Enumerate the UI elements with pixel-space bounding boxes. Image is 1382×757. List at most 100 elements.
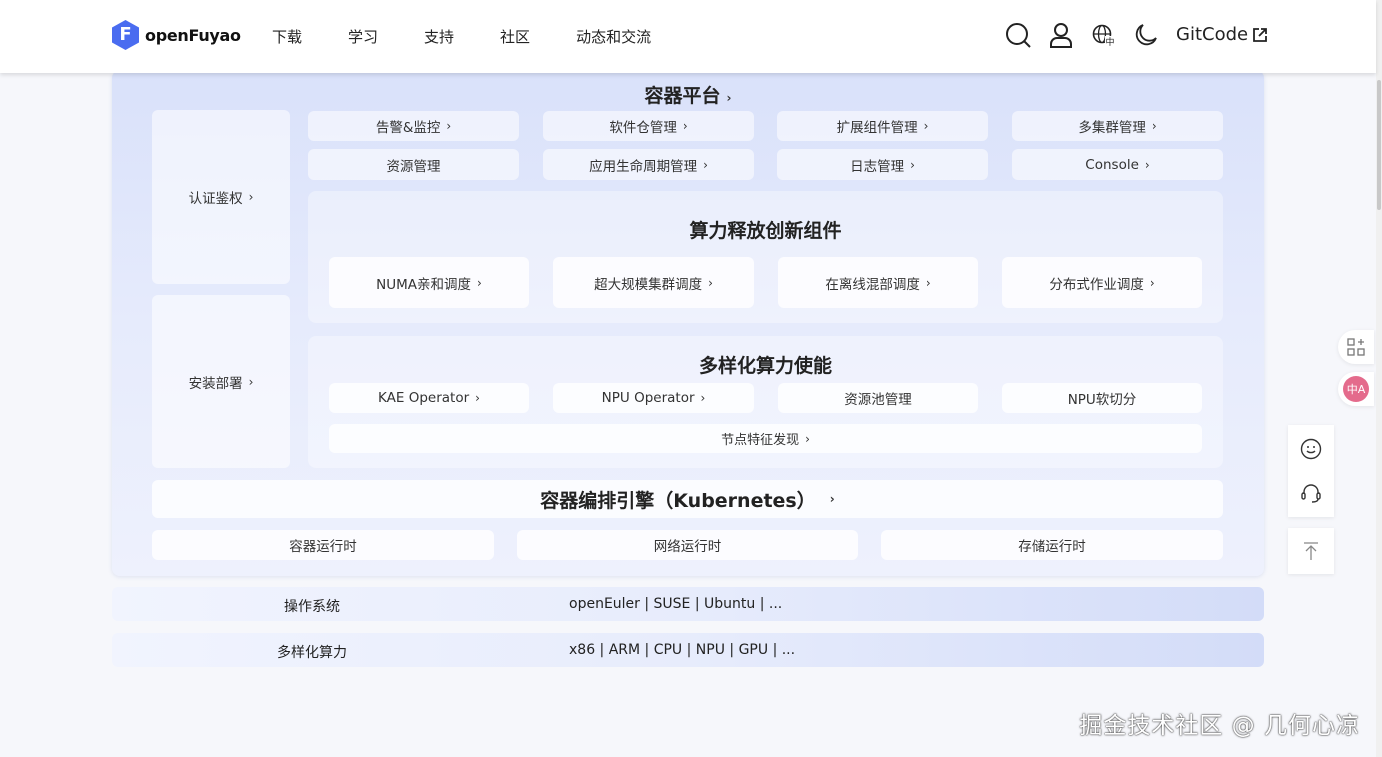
card-label: 资源池管理 [844, 392, 912, 408]
feedback-toolbar [1288, 425, 1334, 517]
svg-text:中: 中 [1105, 36, 1114, 47]
diverse-title: 多样化算力使能 [698, 355, 832, 377]
chevron-right-icon: › [726, 91, 732, 105]
card-label: 多集群管理 [1078, 120, 1146, 136]
large-cluster-card[interactable]: 超大规模集群调度 › [553, 257, 754, 308]
distributed-job-card[interactable]: 分布式作业调度 › [1002, 257, 1202, 308]
compute-row: 多样化算力 x86 | ARM | CPU | NPU | GPU | ... [112, 633, 1264, 667]
logo[interactable]: F openFuyao [112, 20, 241, 50]
kubernetes-card[interactable]: 容器编排引擎（Kubernetes） › [152, 480, 1223, 518]
card-label: 网络运行时 [653, 539, 722, 555]
os-row: 操作系统 openEuler | SUSE | Ubuntu | ... [112, 587, 1264, 621]
card-label: 软件仓管理 [609, 120, 677, 136]
gitcode-link[interactable]: GitCode [1176, 24, 1268, 45]
chevron-right-icon: › [910, 157, 915, 172]
chevron-right-icon: › [477, 275, 482, 290]
translate-button[interactable]: 中A [1338, 372, 1374, 406]
app-lifecycle-card[interactable]: 应用生命周期管理 › [543, 149, 754, 180]
card-label: 超大规模集群调度 [594, 276, 703, 293]
card-label: 扩展组件管理 [836, 120, 918, 136]
chevron-right-icon: › [829, 492, 835, 506]
chevron-right-icon: › [446, 119, 452, 133]
container-platform-title[interactable]: 容器平台 › [112, 81, 1264, 108]
log-card[interactable]: 日志管理 › [777, 149, 988, 180]
node-feature-card[interactable]: 节点特征发现 › [329, 424, 1202, 453]
repo-card[interactable]: 软件仓管理 › [543, 111, 754, 141]
chevron-right-icon: › [708, 275, 713, 290]
chevron-right-icon: › [1144, 157, 1150, 172]
watermark: 掘金技术社区 @ 几何心凉 [1079, 713, 1360, 739]
chevron-right-icon: › [1149, 275, 1155, 290]
scrollbar-thumb[interactable] [1377, 80, 1381, 210]
apps-add-icon [1347, 338, 1365, 356]
numa-card[interactable]: NUMA亲和调度 › [329, 257, 529, 308]
chevron-right-icon: › [703, 157, 708, 172]
card-label: NPU软切分 [1067, 392, 1137, 408]
resource-pool-card[interactable]: 资源池管理 [778, 383, 978, 413]
resource-card[interactable]: 资源管理 [308, 149, 519, 180]
row-value: x86 | ARM | CPU | NPU | GPU | ... [569, 642, 796, 658]
search-icon[interactable] [1005, 22, 1031, 48]
nav-download[interactable]: 下载 [272, 26, 302, 47]
card-label: 应用生命周期管理 [589, 158, 698, 175]
row-label: 操作系统 [284, 599, 340, 615]
extension-card[interactable]: 扩展组件管理 › [777, 111, 988, 141]
chevron-right-icon: › [475, 391, 480, 405]
headset-support-icon[interactable] [1300, 482, 1322, 504]
nav-support[interactable]: 支持 [424, 26, 454, 47]
multicluster-card[interactable]: 多集群管理 › [1012, 111, 1223, 141]
npu-operator-card[interactable]: NPU Operator › [553, 383, 754, 413]
card-label: NPU Operator [601, 390, 695, 406]
install-card[interactable]: 安装部署 › [152, 295, 290, 468]
nav-news[interactable]: 动态和交流 [576, 26, 651, 47]
card-label: 存储运行时 [1018, 539, 1086, 555]
kae-card[interactable]: KAE Operator › [329, 383, 529, 413]
auth-card[interactable]: 认证鉴权 › [152, 110, 290, 284]
innovation-title: 算力释放创新组件 [689, 220, 842, 242]
arrow-up-to-top-icon [1304, 542, 1318, 560]
chevron-right-icon: › [805, 431, 810, 446]
card-label: 告警&监控 [375, 120, 441, 136]
npu-slicing-card[interactable]: NPU软切分 [1002, 383, 1202, 413]
translate-icon: 中A [1343, 376, 1369, 402]
card-label: 在离线混部调度 [825, 276, 920, 293]
title-text: 容器平台 [644, 85, 721, 107]
back-to-top-button[interactable] [1288, 528, 1334, 574]
user-icon[interactable] [1048, 22, 1074, 48]
nav-community[interactable]: 社区 [500, 26, 530, 47]
apps-add-button[interactable] [1338, 330, 1374, 364]
storage-runtime-card[interactable]: 存储运行时 [881, 530, 1223, 560]
row-value: openEuler | SUSE | Ubuntu | ... [569, 596, 783, 612]
chevron-right-icon: › [925, 275, 931, 290]
chevron-right-icon: › [1151, 119, 1157, 133]
chevron-right-icon: › [682, 119, 688, 133]
card-label: 日志管理 [850, 158, 905, 175]
chevron-right-icon: › [923, 119, 929, 133]
row-label: 多样化算力 [277, 645, 347, 661]
card-label: KAE Operator [378, 390, 470, 406]
card-label: 安装部署 [188, 375, 243, 392]
card-label: NUMA亲和调度 [376, 276, 472, 293]
chevron-right-icon: › [700, 391, 706, 405]
card-label: 节点特征发现 [721, 433, 800, 448]
smiley-feedback-icon[interactable] [1300, 438, 1322, 460]
card-label: 容器运行时 [289, 539, 357, 555]
chevron-right-icon: › [248, 374, 254, 389]
external-link-icon [1253, 27, 1267, 42]
card-label: 认证鉴权 [188, 191, 243, 207]
network-runtime-card[interactable]: 网络运行时 [517, 530, 858, 560]
main-nav: 下载 学习 支持 社区 动态和交流 [272, 26, 697, 47]
nav-learn[interactable]: 学习 [348, 26, 378, 47]
card-label: 容器编排引擎（Kubernetes） [540, 489, 816, 512]
container-runtime-card[interactable]: 容器运行时 [152, 530, 494, 560]
gitcode-label: GitCode [1176, 24, 1249, 45]
console-card[interactable]: Console › [1012, 149, 1223, 180]
header: F openFuyao 下载 学习 支持 社区 动态和交流 中 GitCode [0, 0, 1376, 73]
logo-icon: F [112, 20, 139, 50]
colocation-card[interactable]: 在离线混部调度 › [778, 257, 978, 308]
alert-monitor-card[interactable]: 告警&监控 › [308, 111, 519, 141]
language-globe-icon[interactable]: 中 [1091, 22, 1117, 48]
card-label: 资源管理 [386, 158, 441, 175]
dark-mode-moon-icon[interactable] [1133, 22, 1159, 48]
card-label: 分布式作业调度 [1049, 276, 1144, 293]
